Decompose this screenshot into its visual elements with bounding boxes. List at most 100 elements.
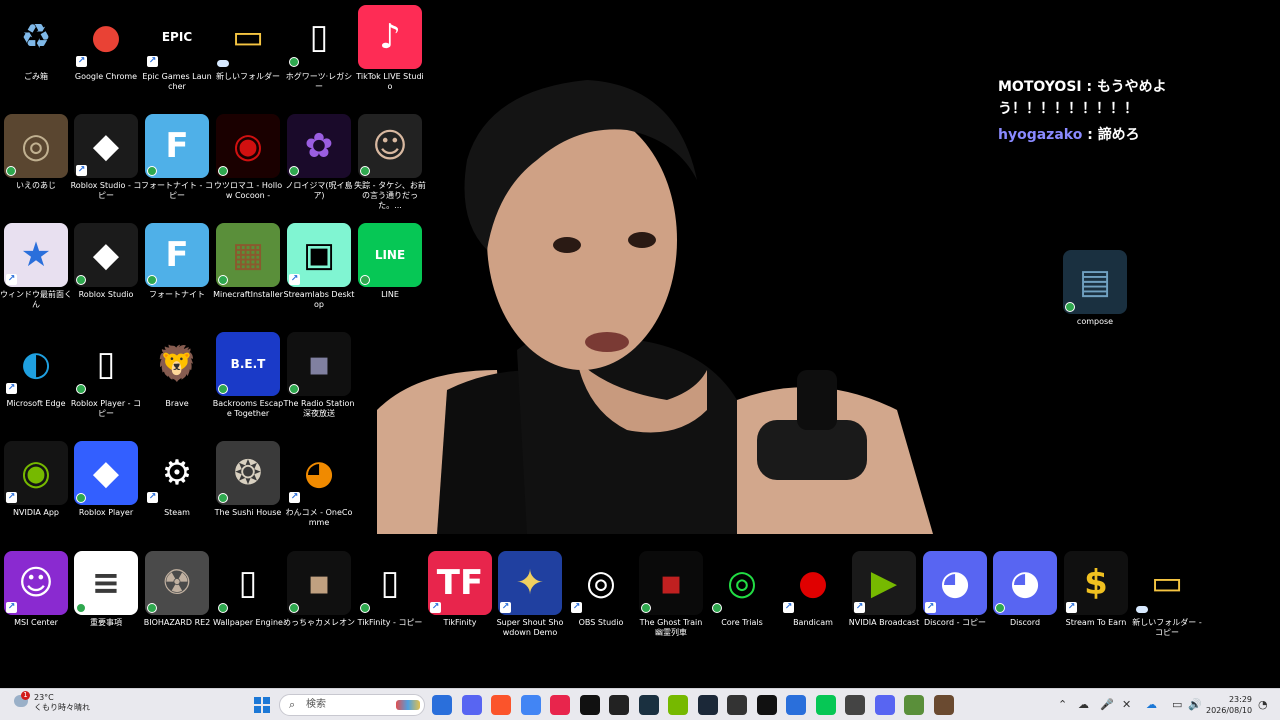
- taskbar-app-bandicam-icon[interactable]: [757, 695, 777, 715]
- desktop-icon-supershout[interactable]: ✦ ↗ Super Shout Showdown Demo: [497, 551, 563, 651]
- desktop-icon-nvidiabroadcast[interactable]: ▶ ↗ NVIDIA Broadcast: [848, 551, 920, 651]
- desktop-icon-streamlabs[interactable]: ▣ ↗ Streamlabs Desktop: [284, 223, 354, 323]
- taskbar-app-discord-icon[interactable]: [875, 695, 895, 715]
- desktop-icon-newfolder1[interactable]: ▭ 新しいフォルダー: [215, 5, 281, 105]
- desktop-icon-sushihouse[interactable]: ❂ The Sushi House: [215, 441, 281, 541]
- onecomme-icon: ◕ ↗: [287, 441, 351, 505]
- desktop-icon-compose[interactable]: ▤ compose: [1062, 250, 1128, 350]
- taskbar-app-window-star-icon[interactable]: [786, 695, 806, 715]
- taskbar-app-nvidia-icon[interactable]: [668, 695, 688, 715]
- icon-glyph: ●: [798, 563, 828, 603]
- taskbar-app-minecraft-icon[interactable]: [904, 695, 924, 715]
- notification-badge: 1: [21, 691, 30, 700]
- desktop-icon-windowsaizen[interactable]: ★ ↗ ウィンドウ最前面くん: [0, 223, 72, 323]
- desktop-icon-discordcopy[interactable]: ◕ ↗ Discord - コピー: [922, 551, 988, 651]
- desktop-icon-label: Discord - コピー: [923, 618, 987, 627]
- desktop-icon-wallpaper[interactable]: ▯ Wallpaper Engine: [213, 551, 283, 651]
- epic-games-icon: EPIC ↗: [145, 5, 209, 69]
- edge-icon: ◐ ↗: [4, 332, 68, 396]
- taskbar-search[interactable]: ⌕ 検索: [279, 694, 425, 716]
- taskbar-app-chrome-icon[interactable]: [521, 695, 541, 715]
- desktop-icon-hogwarts[interactable]: ▯ ホグワーツ·レガシー: [286, 5, 352, 105]
- desktop-icon-tikfinity[interactable]: TF ↗ TikFinity: [427, 551, 493, 651]
- taskbar-app-file-explorer-icon[interactable]: [432, 695, 452, 715]
- desktop-icon-nvidiaapp[interactable]: ◉ ↗ NVIDIA App: [3, 441, 69, 541]
- desktop-icon-discord[interactable]: ◕ Discord: [992, 551, 1058, 651]
- taskbar-app-game-icon[interactable]: [845, 695, 865, 715]
- desktop-icon-label: MinecraftInstaller: [213, 290, 283, 299]
- desktop-icon-steam[interactable]: ⚙ ↗ Steam: [144, 441, 210, 541]
- chat-username: MOTOYOSI: [998, 79, 1082, 95]
- desktop-icon-recycle[interactable]: ♻ ごみ箱: [3, 5, 69, 105]
- weather-widget[interactable]: 1 23°C くもり時々晴れ: [14, 691, 90, 713]
- desktop-icon-label: めっちゃカメレオン: [283, 618, 355, 627]
- desktop-icon-brave[interactable]: 🦁 Brave: [144, 332, 210, 432]
- desktop-icon-robloxplayercopy[interactable]: ▯ Roblox Player - コピー: [71, 332, 141, 432]
- desktop-icon-minecraft[interactable]: ▦ MinecraftInstaller: [213, 223, 283, 323]
- taskbar-app-roblox-icon[interactable]: [462, 695, 482, 715]
- taskbar-app-game2-icon[interactable]: [934, 695, 954, 715]
- shortcut-arrow-icon: ↗: [76, 56, 87, 67]
- desktop-icon-bet[interactable]: B.E.T Backrooms Escape Together: [213, 332, 283, 432]
- icon-glyph: ◎: [21, 126, 51, 166]
- desktop-icon-chrome[interactable]: ● ↗ Google Chrome: [73, 5, 139, 105]
- taskbar-app-tiktok-icon[interactable]: [580, 695, 600, 715]
- network-icon[interactable]: ▭: [1172, 698, 1182, 711]
- icon-glyph: ▪: [307, 344, 331, 384]
- onedrive-icon[interactable]: ☁: [1146, 698, 1157, 711]
- taskbar-app-steam-icon[interactable]: [698, 695, 718, 715]
- taskbar-app-davinci-icon[interactable]: [727, 695, 747, 715]
- desktop-icon-edge[interactable]: ◐ ↗ Microsoft Edge: [3, 332, 69, 432]
- icon-glyph: ▣: [302, 235, 336, 275]
- desktop-icon-robloxstudio[interactable]: ◆ Roblox Studio: [73, 223, 139, 323]
- desktop-icon-robloxstudiocopy[interactable]: ◆ ↗ Roblox Studio - コピー: [71, 114, 141, 214]
- volume-icon[interactable]: 🔊: [1188, 698, 1202, 711]
- super-shout-icon: ✦ ↗: [498, 551, 562, 615]
- stream-to-earn-icon: $ ↗: [1064, 551, 1128, 615]
- document-icon: ▯: [358, 551, 422, 615]
- desktop-icon-biohazard[interactable]: ☢ BIOHAZARD RE2: [144, 551, 210, 651]
- desktop-icon-ienoaji[interactable]: ◎ いえのあじ: [3, 114, 69, 214]
- cloud-status-icon: [1136, 606, 1148, 613]
- notification-bell-icon[interactable]: ◔: [1258, 698, 1268, 711]
- chevron-up-icon[interactable]: ⌃: [1058, 698, 1067, 711]
- hollow-cocoon-icon: ◉: [216, 114, 280, 178]
- desktop-icon-label: NVIDIA Broadcast: [848, 618, 920, 627]
- shortcut-arrow-icon: ↗: [6, 274, 17, 285]
- taskbar-app-ghost-train-icon[interactable]: [609, 695, 629, 715]
- desktop-icon-radiostation[interactable]: ▪ The Radio Station 深夜放送: [284, 332, 354, 432]
- desktop-icon-onecomme[interactable]: ◕ ↗ わんコメ - OneComme: [286, 441, 352, 541]
- desktop-icon-utsuromayu[interactable]: ◉ ウツロマユ - Hollow Cocoon -: [214, 114, 282, 214]
- taskbar-clock[interactable]: 23:29 2026/08/10: [1206, 694, 1252, 716]
- start-button[interactable]: [252, 695, 272, 715]
- desktop-icon-obs[interactable]: ◎ ↗ OBS Studio: [568, 551, 634, 651]
- desktop-icon-streamtoearn[interactable]: $ ↗ Stream To Earn: [1063, 551, 1129, 651]
- desktop-icon-meccha[interactable]: ▪ めっちゃカメレオン: [283, 551, 355, 651]
- desktop-icon-ghosttrain[interactable]: ▪ The Ghost Train 幽霊列車: [638, 551, 704, 651]
- close-icon[interactable]: ✕: [1122, 698, 1131, 711]
- icon-glyph: ◎: [586, 563, 616, 603]
- chrome-icon: ● ↗: [74, 5, 138, 69]
- desktop-icon-robloxplayer[interactable]: ◆ Roblox Player: [73, 441, 139, 541]
- desktop-icon-epic[interactable]: EPIC ↗ Epic Games Launcher: [142, 5, 212, 105]
- desktop-icon-bandicam[interactable]: ● ↗ Bandicam: [780, 551, 846, 651]
- desktop-icon-fortnite[interactable]: F フォートナイト: [144, 223, 210, 323]
- taskbar-app-brave-icon[interactable]: [491, 695, 511, 715]
- taskbar-app-line-icon[interactable]: [816, 695, 836, 715]
- cloud-sync-icon[interactable]: ☁: [1078, 698, 1089, 711]
- desktop-icon-newfoldercopy[interactable]: ▭ 新しいフォルダー - コピー: [1132, 551, 1202, 651]
- taskbar-app-compose-icon[interactable]: [639, 695, 659, 715]
- desktop-icon-msicenter[interactable]: ☺ ↗ MSI Center: [3, 551, 69, 651]
- desktop-icon-fortnitecopy[interactable]: F フォートナイト - コピー: [141, 114, 213, 214]
- desktop-icon-coretrials[interactable]: ◎ Core Trials: [709, 551, 775, 651]
- desktop-icon-tikfinitycopy[interactable]: ▯ TikFinity - コピー: [357, 551, 423, 651]
- shortcut-arrow-icon: ↗: [6, 492, 17, 503]
- desktop-icon-noroijima[interactable]: ✿ ノロイジマ(呪イ島ア): [285, 114, 353, 214]
- folder-icon: ▭: [1135, 551, 1199, 615]
- streamer-silhouette: [377, 80, 933, 534]
- icon-glyph: ♪: [379, 17, 401, 57]
- taskbar-app-tikfinity-icon[interactable]: [550, 695, 570, 715]
- desktop-icon-juuyoujikou[interactable]: ≡ 重要事項: [73, 551, 139, 651]
- microphone-icon[interactable]: 🎤: [1100, 698, 1114, 711]
- desktop-icon-label: Microsoft Edge: [6, 399, 66, 408]
